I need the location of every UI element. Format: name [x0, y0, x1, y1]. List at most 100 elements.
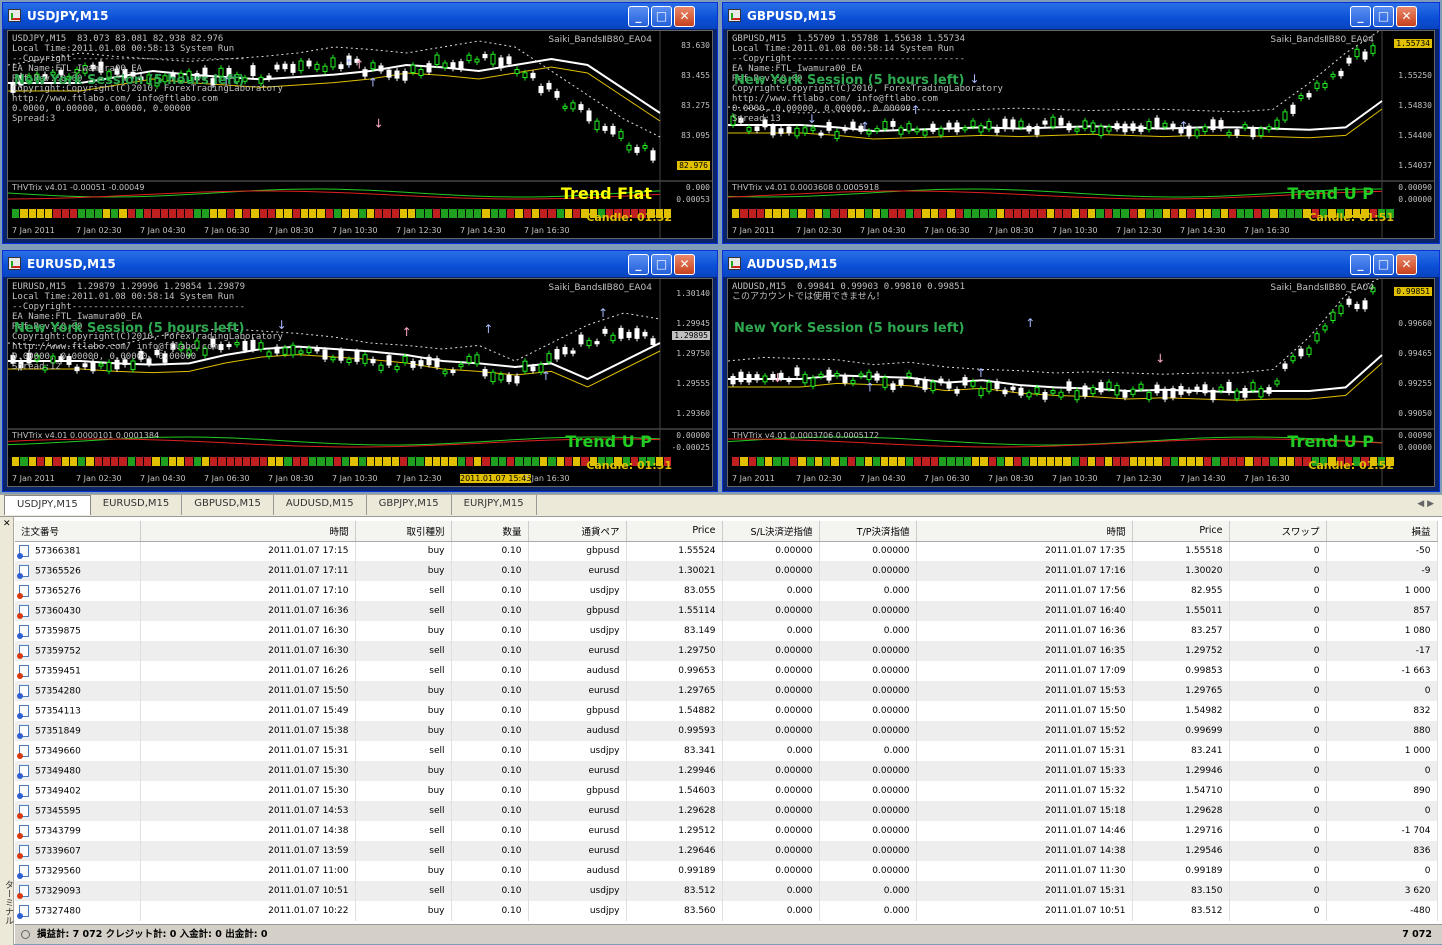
strip-cell [831, 457, 840, 466]
session-label: New York Session (5 hours left) [734, 73, 965, 88]
table-cell: 0.00000 [722, 821, 820, 841]
close-icon[interactable]: ✕ [3, 519, 11, 529]
maximize-button[interactable]: □ [651, 6, 672, 27]
cell-value: buy [427, 906, 445, 916]
tab-eurusd-m15[interactable]: EURUSD,M15 [91, 495, 183, 515]
strip-cell [1096, 209, 1105, 218]
tab-usdjpy-m15[interactable]: USDJPY,M15 [4, 495, 91, 515]
candle-body [1090, 122, 1096, 133]
candle-body [1298, 348, 1304, 357]
table-row[interactable]: 57351849 2011.01.07 15:38 buy 0.10 audusd 0.9… [15, 721, 1438, 741]
maximize-button[interactable]: □ [651, 254, 672, 275]
cell-value: buy [427, 786, 445, 796]
signal-arrow-icon: ↑ [344, 57, 354, 71]
table-row[interactable]: 57345595 2011.01.07 14:53 sell 0.10 eurusd 1.… [15, 801, 1438, 821]
table-row[interactable]: 57349402 2011.01.07 15:30 buy 0.10 gbpusd 1.5… [15, 781, 1438, 801]
price-chart[interactable]: ↑ ↓ ↓ ↑ ↑ AUDUSD,M15 0.99841 0.99903 0.99810 … [727, 278, 1435, 487]
table-row[interactable]: 57343799 2011.01.07 14:38 sell 0.10 eurusd 1.… [15, 821, 1438, 841]
strip-cell [36, 209, 45, 218]
column-header[interactable]: Price [626, 521, 723, 542]
table-row[interactable]: 57359875 2011.01.07 16:30 buy 0.10 usdjpy 83.… [15, 621, 1438, 641]
table-cell: 0 [1229, 581, 1327, 601]
column-header[interactable]: Price [1132, 521, 1230, 542]
chart-window-eurusd[interactable]: _ □ ✕ EURUSD,M15 ↓ ↑ ↑ ↑ ↑ EURUSD,M15 1.29879 1.… [2, 250, 718, 492]
maximize-button[interactable]: □ [1373, 6, 1394, 27]
candle-body [554, 349, 560, 360]
window-title[interactable]: _ □ ✕ EURUSD,M15 [3, 251, 717, 277]
candle-body [306, 60, 312, 67]
time-tick: 7 Jan 06:30 [924, 226, 970, 235]
table-row[interactable]: 57349660 2011.01.07 15:31 sell 0.10 usdjpy 83… [15, 741, 1438, 761]
column-header[interactable]: 時間 [140, 521, 356, 542]
candle-body [1090, 387, 1096, 395]
table-row[interactable]: 57360430 2011.01.07 16:36 sell 0.10 gbpusd 1.… [15, 601, 1438, 621]
strip-cell [28, 457, 37, 466]
candle-body [458, 61, 464, 70]
chart-window-usdjpy[interactable]: _ □ ✕ USDJPY,M15 ↑ ↓ ↑ ↑ ↑ USDJPY,M15 83.073 83.… [2, 2, 718, 244]
table-row[interactable]: 57327480 2011.01.07 10:22 buy 0.10 usdjpy 83.… [15, 901, 1438, 921]
minimize-button[interactable]: _ [628, 254, 649, 275]
minimize-button[interactable]: _ [628, 6, 649, 27]
table-cell: audusd [528, 721, 627, 741]
price-tick: 1.54400 [1398, 131, 1432, 140]
candle-body [386, 355, 392, 366]
strip-cell [193, 209, 202, 218]
strip-cell [342, 209, 351, 218]
table-row[interactable]: 57329560 2011.01.07 11:00 buy 0.10 audusd 0.9… [15, 861, 1438, 881]
strip-cell [1204, 457, 1213, 466]
close-button[interactable]: ✕ [674, 6, 695, 27]
price-chart[interactable]: ↓ ↑ ↑ ↑ ↓ GBPUSD,M15 1.55709 1.55788 1.55638 … [727, 30, 1435, 239]
close-button[interactable]: ✕ [1396, 6, 1417, 27]
column-header[interactable]: 数量 [451, 521, 529, 542]
column-header[interactable]: 注文番号 [15, 521, 141, 542]
tab-scroll-arrows[interactable]: ◀ ▶ [1417, 499, 1434, 509]
minimize-button[interactable]: _ [1350, 254, 1371, 275]
table-cell: 2011.01.07 16:30 [140, 621, 356, 641]
column-header[interactable]: 通貨ペア [528, 521, 627, 542]
maximize-button[interactable]: □ [1373, 254, 1394, 275]
window-title[interactable]: _ □ ✕ AUDUSD,M15 [723, 251, 1439, 277]
table-row[interactable]: 57329093 2011.01.07 10:51 sell 0.10 usdjpy 83… [15, 881, 1438, 901]
window-title[interactable]: _ □ ✕ GBPUSD,M15 [723, 3, 1439, 29]
strip-cell [881, 457, 890, 466]
cell-value: 0.000 [883, 906, 910, 916]
strip-cell [507, 209, 516, 218]
column-header[interactable]: 時間 [916, 521, 1133, 542]
column-header[interactable]: S/L決済逆指値 [722, 521, 820, 542]
window-title[interactable]: _ □ ✕ USDJPY,M15 [3, 3, 717, 29]
cell-value: audusd [586, 666, 620, 676]
table-row[interactable]: 57354280 2011.01.07 15:50 buy 0.10 eurusd 1.2… [15, 681, 1438, 701]
candle-body [898, 379, 904, 386]
table-row[interactable]: 57359752 2011.01.07 16:30 sell 0.10 eurusd 1.… [15, 641, 1438, 661]
strip-cell [806, 457, 815, 466]
table-row[interactable]: 57365276 2011.01.07 17:10 sell 0.10 usdjpy 83… [15, 581, 1438, 601]
column-header[interactable]: 損益 [1326, 521, 1438, 542]
table-row[interactable]: 57359451 2011.01.07 16:26 sell 0.10 audusd 0.… [15, 661, 1438, 681]
minimize-button[interactable]: _ [1350, 6, 1371, 27]
tab-audusd-m15[interactable]: AUDUSD,M15 [274, 495, 367, 515]
strip-cell [292, 209, 301, 218]
table-row[interactable]: 57354113 2011.01.07 15:49 buy 0.10 gbpusd 1.5… [15, 701, 1438, 721]
candle-body [634, 328, 640, 339]
chart-window-gbpusd[interactable]: _ □ ✕ GBPUSD,M15 ↓ ↑ ↑ ↑ ↓ GBPUSD,M15 1.55709 1.… [722, 2, 1440, 244]
strip-cell [748, 209, 757, 218]
table-row[interactable]: 57349480 2011.01.07 15:30 buy 0.10 eurusd 1.2… [15, 761, 1438, 781]
candle-body [490, 371, 496, 383]
price-chart[interactable]: ↓ ↑ ↑ ↑ ↑ EURUSD,M15 1.29879 1.29996 1.29854 … [7, 278, 713, 487]
cell-value: 1.29750 [678, 646, 716, 656]
cell-value: 1.55524 [678, 546, 716, 557]
column-header[interactable]: 取引種別 [355, 521, 452, 542]
strip-cell [922, 457, 931, 466]
tab-eurjpy-m15[interactable]: EURJPY,M15 [452, 495, 537, 515]
tab-gbpusd-m15[interactable]: GBPUSD,M15 [182, 495, 274, 515]
tab-gbpjpy-m15[interactable]: GBPJPY,M15 [367, 495, 452, 515]
column-header[interactable]: T/P決済指値 [819, 521, 917, 542]
close-button[interactable]: ✕ [674, 254, 695, 275]
table-row[interactable]: 57366381 2011.01.07 17:15 buy 0.10 gbpusd 1.5… [15, 541, 1438, 561]
column-header[interactable]: スワップ [1229, 521, 1327, 542]
price-chart[interactable]: ↑ ↓ ↑ ↑ ↑ USDJPY,M15 83.073 83.081 82.938 82.… [7, 30, 713, 239]
table-row[interactable]: 57365526 2011.01.07 17:11 buy 0.10 eurusd 1.3… [15, 561, 1438, 581]
table-row[interactable]: 57339607 2011.01.07 13:59 sell 0.10 eurusd 1.… [15, 841, 1438, 861]
chart-window-audusd[interactable]: _ □ ✕ AUDUSD,M15 ↑ ↓ ↓ ↑ ↑ AUDUSD,M15 0.99841 0.… [722, 250, 1440, 492]
close-button[interactable]: ✕ [1396, 254, 1417, 275]
